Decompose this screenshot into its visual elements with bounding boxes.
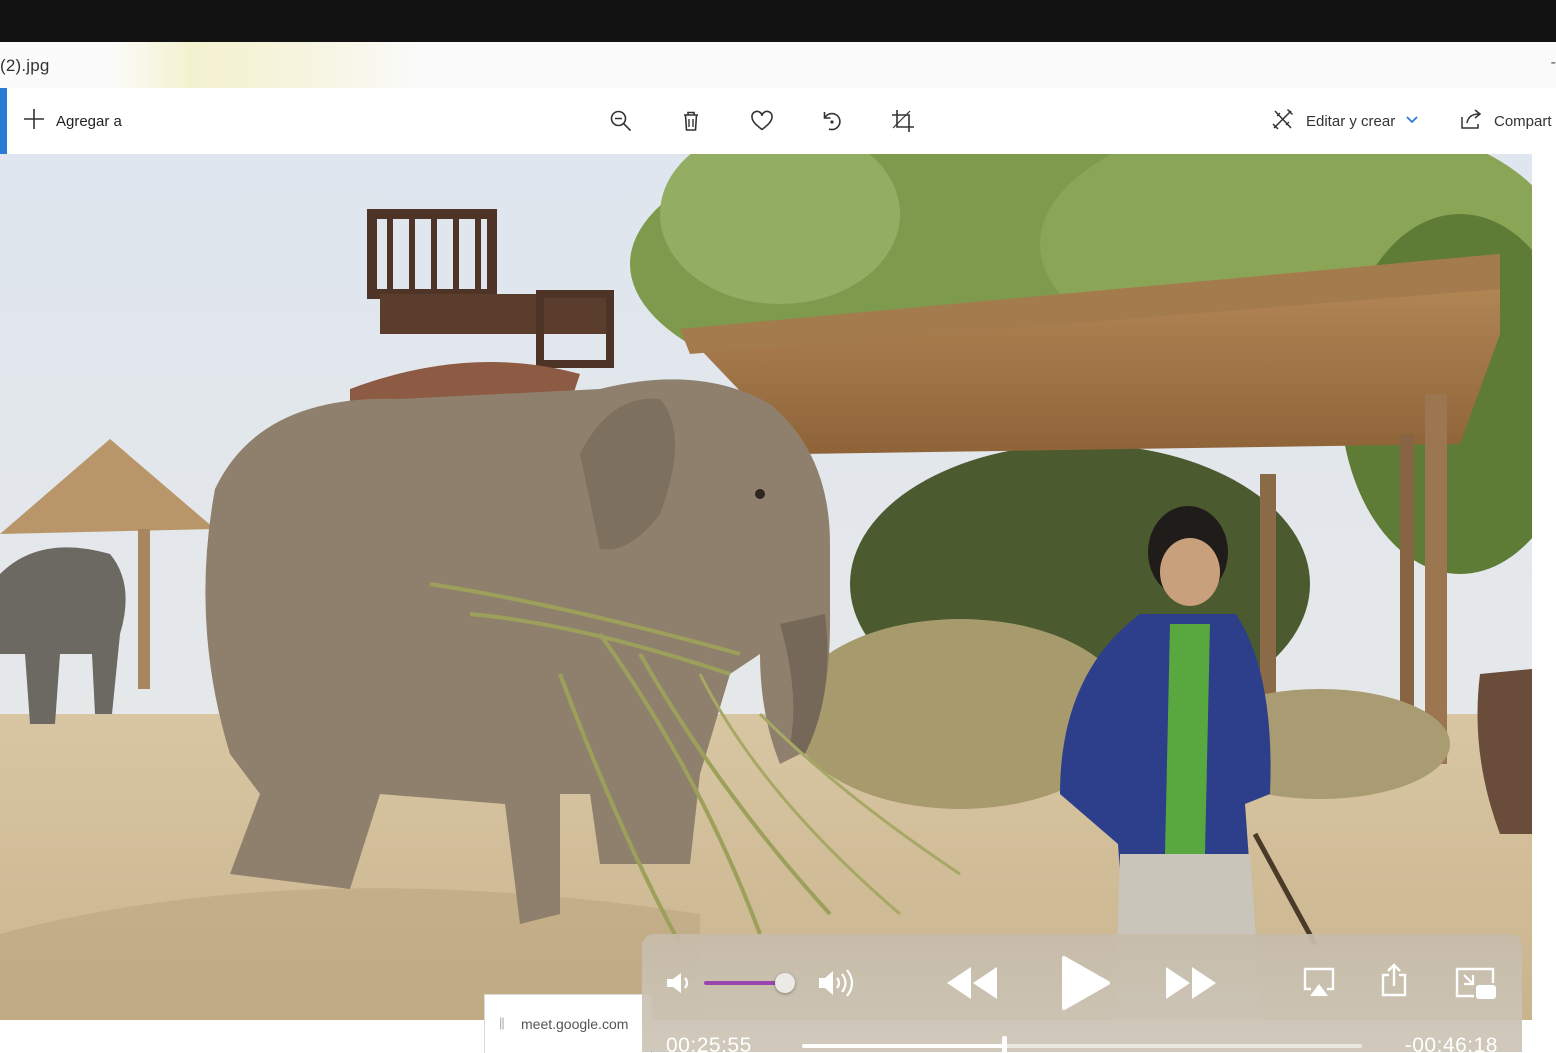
share-label: Compart <box>1494 112 1552 130</box>
video-player-controls: 00:25:55 -00:46:18 <box>642 934 1522 1052</box>
drag-grip-icon[interactable]: || <box>499 1015 505 1030</box>
progress-handle[interactable] <box>1001 1036 1007 1052</box>
title-bar: (2).jpg - <box>0 42 1556 88</box>
volume-level <box>704 981 785 985</box>
meet-sharing-tab[interactable]: || meet.google.com <box>484 994 652 1053</box>
favorite-heart-icon[interactable] <box>747 106 777 136</box>
crop-icon[interactable] <box>888 106 918 136</box>
minimize-button[interactable]: - <box>1551 54 1556 72</box>
progress-played <box>802 1044 1004 1048</box>
top-black-bar <box>0 0 1556 42</box>
meet-url: meet.google.com <box>521 1016 629 1032</box>
elapsed-time: 00:25:55 <box>666 1034 752 1052</box>
airplay-icon[interactable] <box>1302 965 1336 1004</box>
rotate-icon[interactable] <box>817 106 847 136</box>
chevron-down-icon <box>1405 112 1419 131</box>
photos-toolbar: Agregar a Editar y crear Compart <box>0 88 1556 154</box>
volume-low-icon[interactable] <box>664 968 694 1003</box>
delete-icon[interactable] <box>676 106 706 136</box>
rewind-icon[interactable] <box>945 964 999 1007</box>
remaining-time: -00:46:18 <box>1404 1034 1498 1052</box>
add-to-button[interactable]: Agregar a <box>22 106 122 136</box>
add-to-label: Agregar a <box>56 112 122 130</box>
share-button[interactable]: Compart <box>1458 106 1552 136</box>
progress-scrubber[interactable] <box>802 1036 1362 1052</box>
volume-high-icon[interactable] <box>816 966 860 1005</box>
elephant-photo <box>0 154 1532 1020</box>
edit-create-icon <box>1270 106 1296 137</box>
share-icon <box>1458 106 1484 137</box>
volume-knob[interactable] <box>775 973 795 993</box>
accent-bar <box>0 88 7 154</box>
edit-and-create-label: Editar y crear <box>1306 112 1396 130</box>
edit-and-create-button[interactable]: Editar y crear <box>1270 106 1419 136</box>
fast-forward-icon[interactable] <box>1164 964 1218 1007</box>
zoom-out-icon[interactable] <box>606 106 636 136</box>
play-icon[interactable] <box>1058 954 1112 1017</box>
photo-viewer[interactable] <box>0 154 1532 1020</box>
plus-icon <box>22 107 46 136</box>
picture-in-picture-icon[interactable] <box>1454 966 1498 1007</box>
volume-slider[interactable] <box>704 973 795 993</box>
share-icon[interactable] <box>1379 962 1409 1003</box>
window-title: (2).jpg <box>0 56 50 75</box>
